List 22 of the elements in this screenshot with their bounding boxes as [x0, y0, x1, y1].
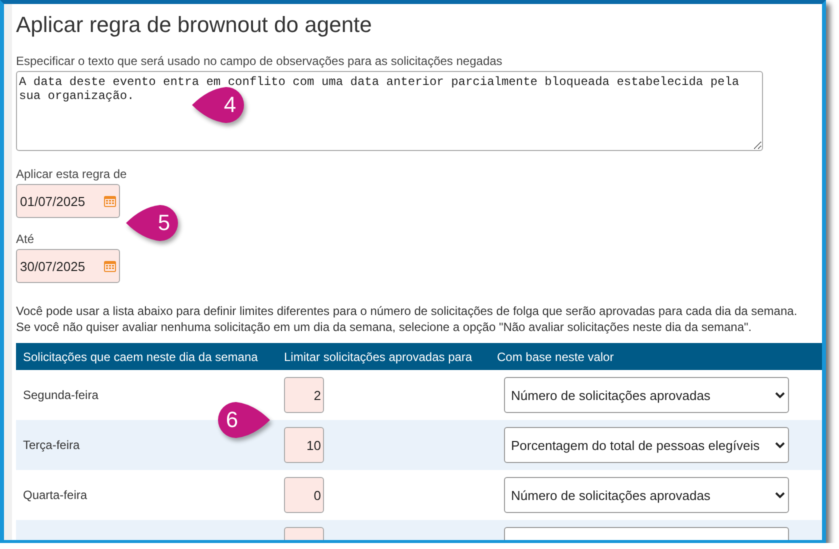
- instruction-text: Você pode usar a lista abaixo para definir limites diferentes para o número de solicitações de folga que serão aprovadas para cada dia da semana.: [16, 303, 798, 319]
- column-header: Solicitações que caem neste dia da semana: [16, 343, 284, 370]
- column-header: Com base neste valor: [497, 343, 822, 370]
- basis-dropdown[interactable]: Porcentagem do total de pessoas elegíveis: [504, 427, 789, 463]
- limit-input[interactable]: 10: [284, 427, 324, 463]
- limit-input[interactable]: 0: [284, 477, 324, 513]
- date-field[interactable]: 30/07/2025: [16, 249, 120, 283]
- instruction-text: Se você não quiser avaliar nenhuma solicitação em um dia da semana, selecione a opção "Não avaliar solicitações neste dia da semana".: [16, 319, 753, 335]
- calendar-icon[interactable]: [104, 260, 116, 272]
- weekday-label: Terça-feira: [23, 438, 80, 452]
- field-label: Especificar o texto que será usado no campo de observações para as solicitações negadas: [16, 54, 504, 68]
- basis-dropdown[interactable]: Número de solicitações aprovadas: [504, 377, 789, 413]
- field-label: Até: [16, 232, 36, 246]
- calendar-icon[interactable]: [104, 195, 116, 207]
- column-header: Limitar solicitações aprovadas para: [284, 343, 497, 370]
- basis-dropdown[interactable]: Número de solicitações aprovadas: [504, 477, 789, 513]
- limit-input[interactable]: 2: [284, 377, 324, 413]
- page-title: Aplicar regra de brownout do agente: [16, 12, 373, 39]
- field-label: Aplicar esta regra de: [16, 167, 128, 181]
- weekday-label: Quarta-feira: [23, 488, 88, 502]
- weekday-label: Segunda-feira: [23, 388, 98, 402]
- date-field[interactable]: 01/07/2025: [16, 184, 120, 218]
